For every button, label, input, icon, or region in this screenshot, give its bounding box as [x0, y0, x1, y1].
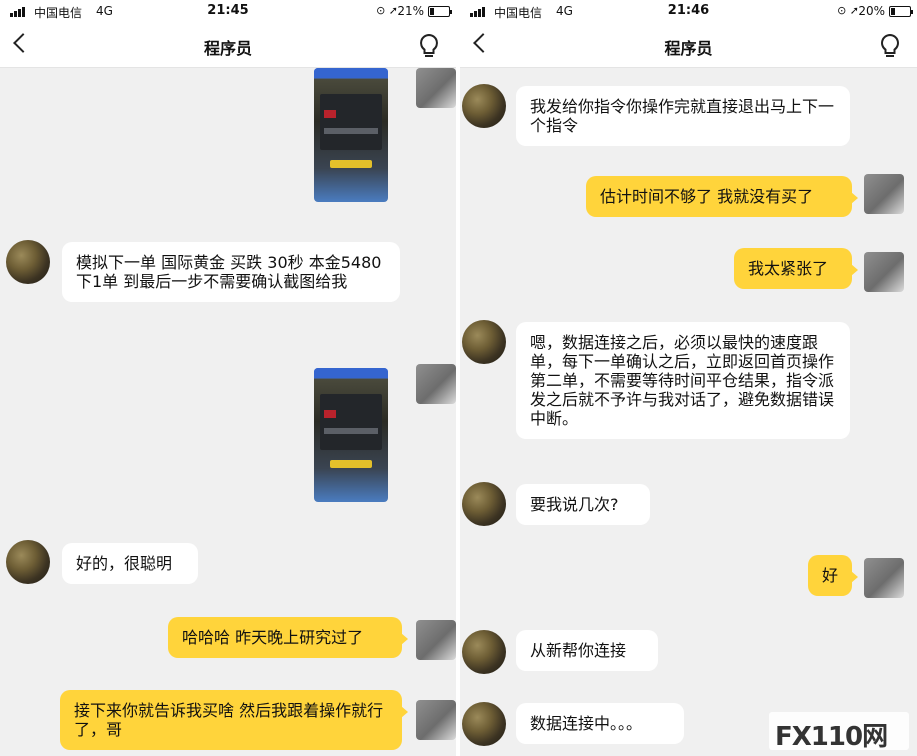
- status-bar: 中国电信 4G 21:45 ⊙ ➚ 21%: [0, 0, 456, 24]
- chat-header: 程序员: [0, 24, 456, 68]
- avatar[interactable]: [462, 320, 506, 364]
- watermark-logo: FX110网: [769, 712, 909, 752]
- battery-percent: 21%: [397, 4, 424, 18]
- battery-icon: [428, 6, 452, 17]
- avatar[interactable]: [864, 252, 904, 292]
- message-bubble: 我太紧张了: [734, 248, 858, 289]
- avatar[interactable]: [462, 482, 506, 526]
- chat-title: 程序员: [203, 39, 252, 58]
- avatar[interactable]: [462, 702, 506, 746]
- message-bubble: 要我说几次?: [516, 484, 650, 525]
- lightbulb-icon[interactable]: [418, 33, 440, 59]
- message-bubble: 从新帮你连接: [516, 630, 658, 671]
- chat-title: 程序员: [664, 39, 713, 58]
- avatar[interactable]: [416, 68, 456, 108]
- chat-screen-right: 中国电信 4G 21:46 ⊙ ➚ 20% 程序员 我发给你指令你操作完就直接退…: [460, 0, 917, 756]
- chat-screen-left: 中国电信 4G 21:45 ⊙ ➚ 21% 程序员 模拟下一单 国际黄金 买跌 …: [0, 0, 456, 756]
- status-bar: 中国电信 4G 21:46 ⊙ ➚ 20%: [460, 0, 917, 24]
- chat-header: 程序员: [460, 24, 917, 68]
- avatar[interactable]: [6, 540, 50, 584]
- battery-percent: 20%: [858, 4, 885, 18]
- message-bubble: 数据连接中。。。: [516, 703, 684, 744]
- avatar[interactable]: [462, 84, 506, 128]
- message-bubble: 模拟下一单 国际黄金 买跌 30秒 本金5480 下1单 到最后一步不需要确认截…: [62, 242, 400, 302]
- avatar[interactable]: [416, 364, 456, 404]
- watermark-text: FX110网: [775, 722, 888, 752]
- message-bubble: 好的，很聪明: [62, 543, 198, 584]
- screenshot-thumbnail[interactable]: [314, 68, 388, 202]
- message-bubble: 估计时间不够了 我就没有买了: [586, 176, 858, 217]
- avatar[interactable]: [416, 620, 456, 660]
- location-icon: ⊙ ➚: [376, 4, 398, 17]
- avatar[interactable]: [864, 558, 904, 598]
- message-bubble: 好: [808, 555, 858, 596]
- avatar[interactable]: [6, 240, 50, 284]
- avatar[interactable]: [462, 630, 506, 674]
- message-bubble: 接下来你就告诉我买啥 然后我跟着操作就行了，哥: [60, 690, 408, 750]
- avatar[interactable]: [864, 174, 904, 214]
- lightbulb-icon[interactable]: [879, 33, 901, 59]
- avatar[interactable]: [416, 700, 456, 740]
- message-bubble: 我发给你指令你操作完就直接退出马上下一个指令: [516, 86, 850, 146]
- message-bubble: 嗯，数据连接之后，必须以最快的速度跟单，每下一单确认之后，立即返回首页操作第二单…: [516, 322, 850, 439]
- battery-icon: [889, 6, 913, 17]
- screenshot-thumbnail[interactable]: [314, 368, 388, 502]
- message-bubble: 哈哈哈 昨天晚上研究过了: [168, 617, 408, 658]
- location-icon: ⊙ ➚: [837, 4, 859, 17]
